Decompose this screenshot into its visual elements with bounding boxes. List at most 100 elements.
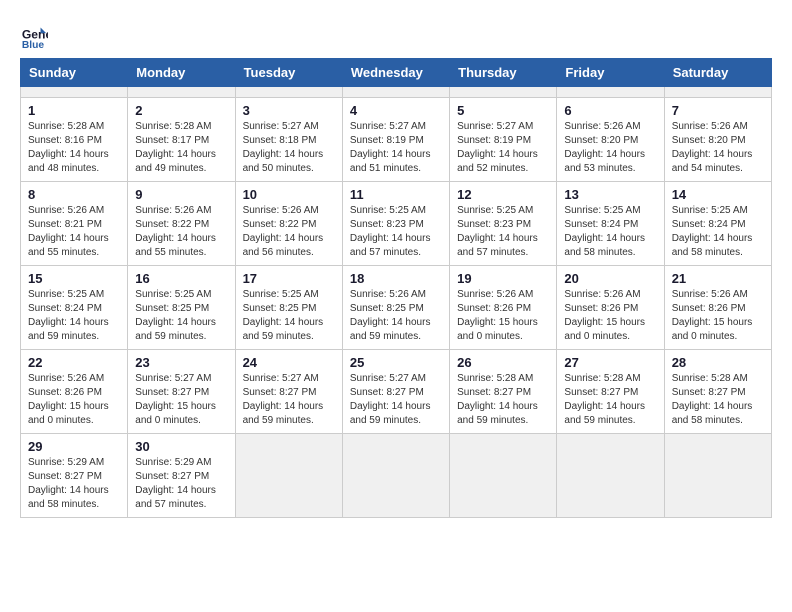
day-info: Sunrise: 5:26 AMSunset: 8:22 PMDaylight:… xyxy=(243,204,335,260)
calendar-cell: 10 Sunrise: 5:26 AMSunset: 8:22 PMDayligh… xyxy=(235,182,342,266)
calendar-cell: 19Sunrise: 5:26 AMSunset: 8:26 PMDayligh… xyxy=(450,266,557,350)
calendar-cell: 15 Sunrise: 5:25 AMSunset: 8:24 PMDayligh… xyxy=(21,266,128,350)
day-info: Sunrise: 5:26 AMSunset: 8:26 PMDaylight:… xyxy=(564,288,656,344)
logo: General Blue xyxy=(20,20,52,48)
day-number: 2 xyxy=(135,103,227,118)
calendar-cell: 11 Sunrise: 5:25 AMSunset: 8:23 PMDayligh… xyxy=(342,182,449,266)
day-number: 28 xyxy=(672,355,764,370)
calendar-cell: 26 Sunrise: 5:28 AMSunset: 8:27 PMDayligh… xyxy=(450,350,557,434)
day-info: Sunrise: 5:28 AMSunset: 8:27 PMDaylight:… xyxy=(564,372,656,428)
day-number: 14 xyxy=(672,187,764,202)
calendar-cell: 12 Sunrise: 5:25 AMSunset: 8:23 PMDayligh… xyxy=(450,182,557,266)
day-number: 21 xyxy=(672,271,764,286)
calendar-row: 29 Sunrise: 5:29 AMSunset: 8:27 PMDayligh… xyxy=(21,434,772,518)
day-info: Sunrise: 5:26 AMSunset: 8:21 PMDaylight:… xyxy=(28,204,120,260)
calendar-table: Sunday Monday Tuesday Wednesday Thursday… xyxy=(20,58,772,518)
calendar-cell: 22 Sunrise: 5:26 AMSunset: 8:26 PMDayligh… xyxy=(21,350,128,434)
calendar-cell xyxy=(21,87,128,98)
day-info: Sunrise: 5:26 AMSunset: 8:26 PMDaylight:… xyxy=(28,372,120,428)
calendar-cell: 17 Sunrise: 5:25 AMSunset: 8:25 PMDayligh… xyxy=(235,266,342,350)
calendar-cell: 1 Sunrise: 5:28 AMSunset: 8:16 PMDaylight… xyxy=(21,98,128,182)
calendar-cell: 21 Sunrise: 5:26 AMSunset: 8:26 PMDayligh… xyxy=(664,266,771,350)
day-number: 6 xyxy=(564,103,656,118)
day-info: Sunrise: 5:25 AMSunset: 8:23 PMDaylight:… xyxy=(457,204,549,260)
day-number: 26 xyxy=(457,355,549,370)
calendar-cell: 13 Sunrise: 5:25 AMSunset: 8:24 PMDayligh… xyxy=(557,182,664,266)
day-info: Sunrise: 5:25 AMSunset: 8:25 PMDaylight:… xyxy=(243,288,335,344)
day-info: Sunrise: 5:25 AMSunset: 8:23 PMDaylight:… xyxy=(350,204,442,260)
col-wednesday: Wednesday xyxy=(342,59,449,87)
calendar-cell: 28 Sunrise: 5:28 AMSunset: 8:27 PMDayligh… xyxy=(664,350,771,434)
day-number: 17 xyxy=(243,271,335,286)
calendar-cell: 27 Sunrise: 5:28 AMSunset: 8:27 PMDayligh… xyxy=(557,350,664,434)
day-info: Sunrise: 5:26 AMSunset: 8:26 PMDaylight:… xyxy=(457,288,549,344)
calendar-cell xyxy=(664,434,771,518)
calendar-cell: 9 Sunrise: 5:26 AMSunset: 8:22 PMDaylight… xyxy=(128,182,235,266)
day-number: 4 xyxy=(350,103,442,118)
calendar-cell: 24Sunrise: 5:27 AMSunset: 8:27 PMDayligh… xyxy=(235,350,342,434)
day-number: 10 xyxy=(243,187,335,202)
day-info: Sunrise: 5:26 AMSunset: 8:25 PMDaylight:… xyxy=(350,288,442,344)
day-info: Sunrise: 5:27 AMSunset: 8:27 PMDaylight:… xyxy=(135,372,227,428)
day-info: Sunrise: 5:25 AMSunset: 8:25 PMDaylight:… xyxy=(135,288,227,344)
calendar-cell xyxy=(235,434,342,518)
calendar-cell: 6 Sunrise: 5:26 AMSunset: 8:20 PMDaylight… xyxy=(557,98,664,182)
day-info: Sunrise: 5:25 AMSunset: 8:24 PMDaylight:… xyxy=(672,204,764,260)
day-info: Sunrise: 5:29 AMSunset: 8:27 PMDaylight:… xyxy=(135,456,227,512)
day-number: 22 xyxy=(28,355,120,370)
day-number: 20 xyxy=(564,271,656,286)
calendar-cell xyxy=(557,434,664,518)
day-info: Sunrise: 5:28 AMSunset: 8:27 PMDaylight:… xyxy=(672,372,764,428)
calendar-cell: 7Sunrise: 5:26 AMSunset: 8:20 PMDaylight… xyxy=(664,98,771,182)
calendar-row: 15 Sunrise: 5:25 AMSunset: 8:24 PMDayligh… xyxy=(21,266,772,350)
day-info: Sunrise: 5:28 AMSunset: 8:16 PMDaylight:… xyxy=(28,120,120,176)
day-number: 24 xyxy=(243,355,335,370)
day-number: 30 xyxy=(135,439,227,454)
col-monday: Monday xyxy=(128,59,235,87)
day-info: Sunrise: 5:27 AMSunset: 8:19 PMDaylight:… xyxy=(350,120,442,176)
day-number: 29 xyxy=(28,439,120,454)
calendar-cell xyxy=(235,87,342,98)
calendar-row: 8Sunrise: 5:26 AMSunset: 8:21 PMDaylight… xyxy=(21,182,772,266)
day-info: Sunrise: 5:25 AMSunset: 8:24 PMDaylight:… xyxy=(28,288,120,344)
day-info: Sunrise: 5:28 AMSunset: 8:27 PMDaylight:… xyxy=(457,372,549,428)
day-info: Sunrise: 5:29 AMSunset: 8:27 PMDaylight:… xyxy=(28,456,120,512)
calendar-cell: 5Sunrise: 5:27 AMSunset: 8:19 PMDaylight… xyxy=(450,98,557,182)
calendar-cell: 18 Sunrise: 5:26 AMSunset: 8:25 PMDayligh… xyxy=(342,266,449,350)
calendar-cell: 23Sunrise: 5:27 AMSunset: 8:27 PMDayligh… xyxy=(128,350,235,434)
day-number: 15 xyxy=(28,271,120,286)
day-info: Sunrise: 5:26 AMSunset: 8:20 PMDaylight:… xyxy=(672,120,764,176)
day-number: 13 xyxy=(564,187,656,202)
day-number: 5 xyxy=(457,103,549,118)
day-number: 9 xyxy=(135,187,227,202)
calendar-cell: 30 Sunrise: 5:29 AMSunset: 8:27 PMDayligh… xyxy=(128,434,235,518)
calendar-header-row: Sunday Monday Tuesday Wednesday Thursday… xyxy=(21,59,772,87)
col-sunday: Sunday xyxy=(21,59,128,87)
day-number: 11 xyxy=(350,187,442,202)
day-info: Sunrise: 5:26 AMSunset: 8:20 PMDaylight:… xyxy=(564,120,656,176)
calendar-cell xyxy=(342,434,449,518)
calendar-cell: 14 Sunrise: 5:25 AMSunset: 8:24 PMDayligh… xyxy=(664,182,771,266)
day-number: 12 xyxy=(457,187,549,202)
calendar-cell xyxy=(450,87,557,98)
calendar-cell xyxy=(557,87,664,98)
calendar-cell: 2Sunrise: 5:28 AMSunset: 8:17 PMDaylight… xyxy=(128,98,235,182)
day-info: Sunrise: 5:26 AMSunset: 8:22 PMDaylight:… xyxy=(135,204,227,260)
calendar-cell: 4 Sunrise: 5:27 AMSunset: 8:19 PMDaylight… xyxy=(342,98,449,182)
day-number: 18 xyxy=(350,271,442,286)
day-info: Sunrise: 5:26 AMSunset: 8:26 PMDaylight:… xyxy=(672,288,764,344)
day-info: Sunrise: 5:25 AMSunset: 8:24 PMDaylight:… xyxy=(564,204,656,260)
col-friday: Friday xyxy=(557,59,664,87)
calendar-cell: 16Sunrise: 5:25 AMSunset: 8:25 PMDayligh… xyxy=(128,266,235,350)
calendar-cell: 20 Sunrise: 5:26 AMSunset: 8:26 PMDayligh… xyxy=(557,266,664,350)
calendar-cell: 8Sunrise: 5:26 AMSunset: 8:21 PMDaylight… xyxy=(21,182,128,266)
col-tuesday: Tuesday xyxy=(235,59,342,87)
day-number: 27 xyxy=(564,355,656,370)
calendar-cell xyxy=(342,87,449,98)
day-number: 25 xyxy=(350,355,442,370)
page-header: General Blue xyxy=(20,20,772,48)
calendar-cell: 29 Sunrise: 5:29 AMSunset: 8:27 PMDayligh… xyxy=(21,434,128,518)
calendar-cell xyxy=(128,87,235,98)
calendar-cell xyxy=(664,87,771,98)
day-number: 1 xyxy=(28,103,120,118)
